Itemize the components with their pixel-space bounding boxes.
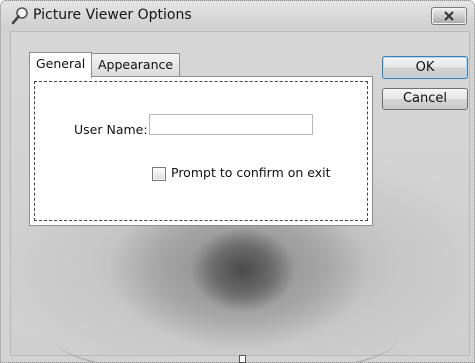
prompt-confirm-checkbox[interactable] [152, 167, 166, 181]
resize-handle[interactable] [239, 355, 246, 363]
tab-appearance[interactable]: Appearance [91, 53, 181, 77]
window-title: Picture Viewer Options [33, 7, 192, 23]
user-name-input[interactable] [149, 114, 313, 135]
focus-rectangle [34, 81, 368, 221]
close-button[interactable] [431, 7, 467, 25]
close-icon [444, 11, 454, 21]
user-name-label: User Name: [74, 122, 148, 137]
eye-background-image [56, 304, 396, 362]
prompt-confirm-label[interactable]: Prompt to confirm on exit [171, 165, 331, 180]
general-tab-panel: User Name: Prompt to confirm on exit [29, 76, 373, 226]
magnifier-icon [10, 6, 30, 26]
ok-button[interactable]: OK [382, 56, 468, 79]
cancel-button[interactable]: Cancel [382, 88, 468, 110]
tab-general[interactable]: General [29, 52, 93, 78]
title-bar[interactable]: Picture Viewer Options [1, 1, 474, 29]
options-dialog: Picture Viewer Options General Appearanc… [0, 0, 475, 363]
